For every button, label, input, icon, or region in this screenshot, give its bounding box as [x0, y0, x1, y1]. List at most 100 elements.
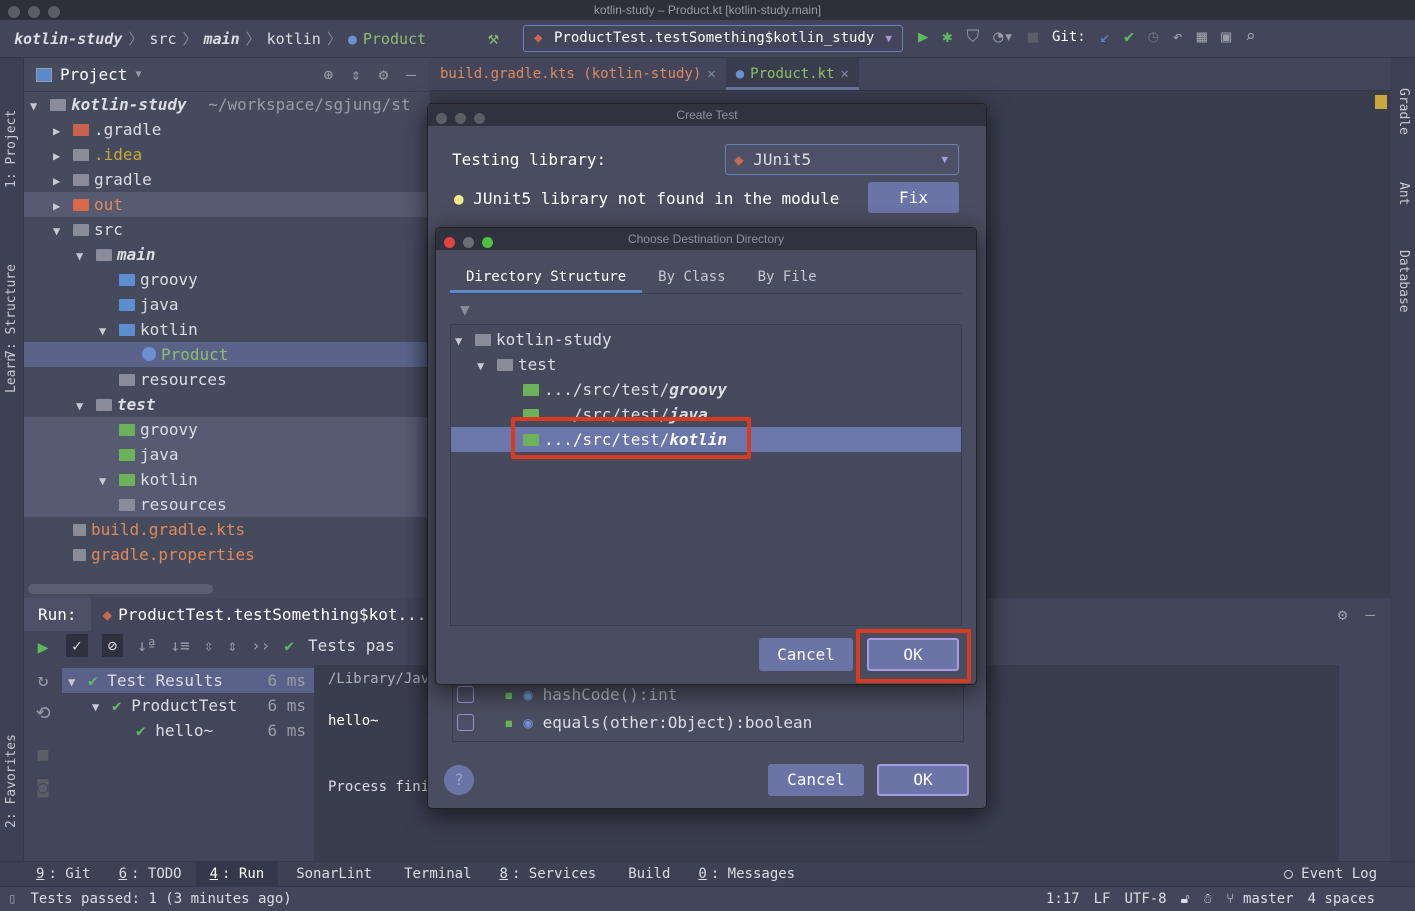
- horizontal-scrollbar[interactable]: [28, 584, 213, 594]
- sort-duration-icon[interactable]: ↓≡: [171, 636, 190, 655]
- tool-button[interactable]: Terminal: [386, 862, 485, 887]
- stop-icon[interactable]: ■: [1028, 27, 1038, 47]
- expand-arrow-icon[interactable]: ▼: [99, 319, 119, 344]
- tool-button[interactable]: 8: Services: [486, 862, 611, 887]
- tree-item[interactable]: Product: [24, 342, 428, 367]
- tree-item[interactable]: ▶ out: [24, 192, 428, 217]
- hide-icon[interactable]: —: [1365, 605, 1375, 624]
- git-commit-icon[interactable]: ✔: [1124, 27, 1134, 47]
- expand-arrow-icon[interactable]: ▶: [53, 119, 73, 144]
- expand-arrow-icon[interactable]: ▼: [53, 219, 73, 244]
- member-checkbox[interactable]: [457, 714, 474, 731]
- member-checkbox[interactable]: [457, 686, 474, 703]
- expand-all-icon[interactable]: ⇳: [204, 636, 214, 655]
- tree-node[interactable]: ▼ test: [451, 352, 961, 377]
- rerun-icon[interactable]: ▶: [24, 637, 62, 658]
- tool-window-gradle[interactable]: Gradle: [1396, 88, 1411, 135]
- test-result-row[interactable]: ✔ hello~ 6 ms: [62, 718, 314, 743]
- build-hammer-icon[interactable]: ⚒: [488, 28, 499, 49]
- tree-item[interactable]: resources: [24, 367, 428, 392]
- expand-arrow-icon[interactable]: ▼: [76, 244, 96, 269]
- profile-icon[interactable]: ◔▾: [993, 27, 1013, 47]
- event-log-button[interactable]: ◯ Event Log: [1284, 866, 1377, 882]
- tree-item[interactable]: ▼ main: [24, 242, 428, 267]
- run-configuration-select[interactable]: ◆ ProductTest.testSomething$kotlin_study…: [523, 25, 903, 52]
- tree-item[interactable]: build.gradle.kts: [24, 517, 428, 542]
- git-history-icon[interactable]: ◷: [1148, 27, 1158, 47]
- testing-library-select[interactable]: ◆ JUnit5 ▼: [725, 144, 959, 175]
- gear-icon[interactable]: ⚙: [1338, 605, 1348, 624]
- show-passed-toggle[interactable]: ✓: [66, 634, 88, 657]
- locate-icon[interactable]: ⊕: [323, 65, 333, 84]
- tree-item[interactable]: ▶ .idea: [24, 142, 428, 167]
- tool-button[interactable]: 6: TODO: [105, 862, 196, 887]
- tool-window-project[interactable]: 1: Project: [4, 110, 19, 188]
- collapse-icon[interactable]: ⇕: [351, 65, 361, 84]
- filter-icon[interactable]: ▼: [460, 300, 470, 319]
- sort-alpha-icon[interactable]: ↓ª: [137, 636, 156, 655]
- stop-icon[interactable]: ■: [24, 744, 62, 765]
- expand-arrow-icon[interactable]: ▶: [53, 144, 73, 169]
- tree-item[interactable]: ▼ kotlin: [24, 317, 428, 342]
- breadcrumb-item[interactable]: kotlin-study: [14, 30, 122, 48]
- rollback-icon[interactable]: ↶: [1172, 27, 1182, 47]
- tool-button[interactable]: Build: [610, 862, 684, 887]
- tab-directory-structure[interactable]: Directory Structure: [450, 264, 643, 293]
- expand-arrow-icon[interactable]: ▼: [99, 469, 119, 494]
- tree-node[interactable]: ▼ kotlin-study: [451, 327, 961, 352]
- line-separator[interactable]: LF: [1094, 891, 1111, 907]
- test-result-row[interactable]: ▼ ✔ ProductTest 6 ms: [62, 693, 314, 718]
- tree-root[interactable]: ▼ kotlin-study ~/workspace/sgjung/st: [24, 92, 428, 117]
- lock-icon[interactable]: 🔓︎: [1181, 891, 1190, 907]
- tree-item[interactable]: ▼ src: [24, 217, 428, 242]
- tool-button[interactable]: 9: Git: [22, 862, 105, 887]
- breadcrumb-item[interactable]: Product: [363, 30, 426, 48]
- tool-window-ant[interactable]: Ant: [1396, 182, 1411, 205]
- expand-arrow-icon[interactable]: ▶: [53, 194, 73, 219]
- project-view-select[interactable]: Project: [60, 65, 127, 84]
- tree-item[interactable]: ▶ .gradle: [24, 117, 428, 142]
- hide-icon[interactable]: —: [406, 65, 416, 84]
- tool-window-learn[interactable]: Learn: [4, 354, 19, 393]
- tree-item[interactable]: resources: [24, 492, 428, 517]
- breadcrumb-item[interactable]: src: [149, 30, 176, 48]
- presentation-icon[interactable]: ▣: [1221, 27, 1231, 47]
- editor-warning-marker[interactable]: [1375, 95, 1387, 109]
- tree-item[interactable]: ▶ gradle: [24, 167, 428, 192]
- tree-item[interactable]: ▼ test: [24, 392, 428, 417]
- run-tab[interactable]: ProductTest.testSomething$kot...: [118, 605, 426, 624]
- run-icon[interactable]: ▶: [918, 27, 928, 47]
- project-structure-icon[interactable]: ▦: [1197, 27, 1207, 47]
- close-icon[interactable]: ✕: [840, 58, 848, 87]
- tree-node[interactable]: .../src/test/groovy: [451, 377, 961, 402]
- git-branch[interactable]: ⑂ master: [1226, 891, 1293, 907]
- ok-button[interactable]: OK: [877, 764, 969, 796]
- tab-product-kt[interactable]: ● Product.kt ✕: [725, 58, 859, 90]
- tree-item[interactable]: groovy: [24, 417, 428, 442]
- tool-button[interactable]: 0: Messages: [684, 862, 809, 887]
- rerun-failed-icon[interactable]: ↻: [24, 670, 62, 691]
- search-icon[interactable]: ⌕: [1245, 27, 1255, 47]
- gear-icon[interactable]: ⚙: [379, 65, 389, 84]
- tree-item[interactable]: java: [24, 442, 428, 467]
- tool-window-favorites[interactable]: 2: Favorites: [4, 734, 19, 828]
- file-encoding[interactable]: UTF-8: [1124, 891, 1166, 907]
- tool-button[interactable]: SonarLint: [278, 862, 386, 887]
- breadcrumb-item[interactable]: kotlin: [267, 30, 321, 48]
- tree-item[interactable]: gradle.properties: [24, 542, 428, 567]
- inspector-icon[interactable]: ☃: [1204, 891, 1212, 907]
- help-button[interactable]: ?: [444, 765, 474, 795]
- collapse-all-icon[interactable]: ⇕: [227, 636, 237, 655]
- cancel-button[interactable]: Cancel: [768, 764, 864, 796]
- breadcrumb-item[interactable]: main: [204, 30, 240, 48]
- tool-window-database[interactable]: Database: [1396, 250, 1411, 313]
- git-update-icon[interactable]: ↙: [1100, 27, 1110, 47]
- tree-item[interactable]: java: [24, 292, 428, 317]
- tab-by-file[interactable]: By File: [742, 264, 833, 293]
- coverage-icon[interactable]: ⛉: [967, 27, 980, 47]
- cancel-button[interactable]: Cancel: [759, 638, 853, 671]
- camera-icon[interactable]: ◙: [24, 777, 62, 798]
- caret-position[interactable]: 1:17: [1046, 891, 1080, 907]
- member-row[interactable]: ▪ ◉ equals(other:Object):boolean: [453, 710, 963, 735]
- fix-button[interactable]: Fix: [868, 182, 959, 213]
